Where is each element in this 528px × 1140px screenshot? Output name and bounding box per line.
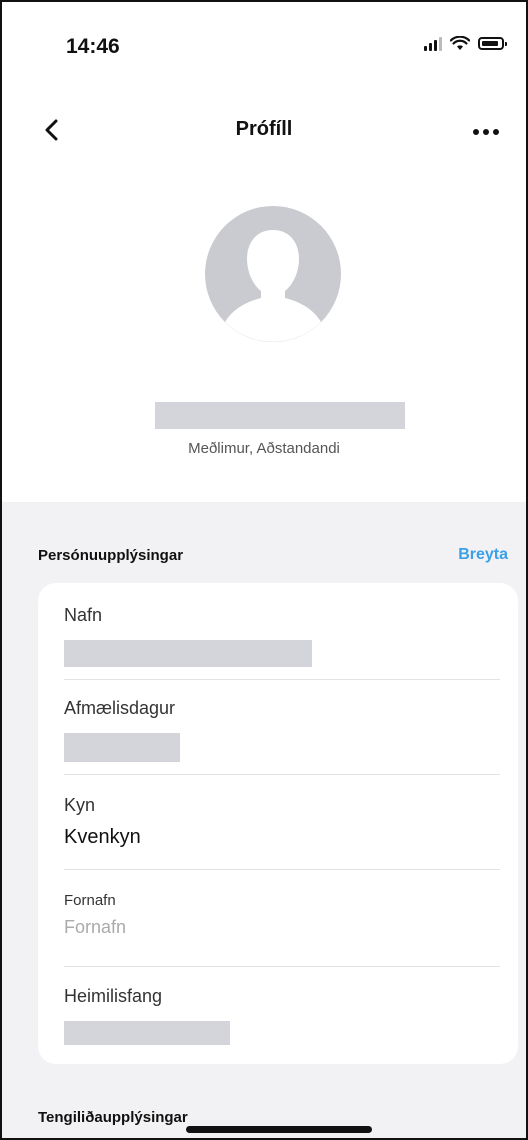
profile-roles: Meðlimur, Aðstandandi: [188, 440, 340, 457]
page-title: Prófíll: [235, 118, 293, 140]
avatar: [205, 206, 341, 342]
name-redacted: [155, 402, 405, 429]
field-birthday-label: Afmælisdagur: [64, 698, 176, 718]
status-icons: [424, 36, 507, 51]
field-address-value-redacted: [64, 1021, 230, 1045]
field-birthday-value-redacted: [64, 733, 180, 762]
field-pronoun[interactable]: Fornafn Fornafn: [64, 892, 500, 967]
signal-icon: [424, 36, 442, 51]
phone-screen: 14:46 Prófíll Meðlimur, Aðstandandi Pers…: [0, 0, 528, 1140]
field-name-value-redacted: [64, 640, 312, 667]
wifi-icon: [450, 36, 470, 50]
field-name[interactable]: Nafn: [64, 605, 500, 680]
field-birthday[interactable]: Afmælisdagur: [64, 698, 500, 775]
field-address-label: Heimilisfang: [64, 986, 163, 1006]
contact-info-title: Tengiliðaupplýsingar: [38, 1109, 188, 1126]
field-pronoun-label: Fornafn: [64, 892, 116, 909]
edit-button[interactable]: Breyta: [458, 546, 508, 564]
home-indicator[interactable]: [186, 1126, 372, 1133]
field-gender-label: Kyn: [64, 795, 96, 815]
personal-info-title: Persónuupplýsingar: [38, 547, 184, 564]
field-name-label: Nafn: [64, 605, 103, 625]
person-silhouette-icon: [225, 230, 321, 342]
personal-info-card: Nafn Afmælisdagur Kyn Kvenkyn Fornafn Fo…: [38, 583, 518, 1064]
field-gender-value: Kvenkyn: [64, 826, 141, 848]
status-time: 14:46: [66, 35, 120, 58]
field-gender[interactable]: Kyn Kvenkyn: [64, 795, 500, 870]
more-icon[interactable]: [466, 120, 506, 144]
field-address[interactable]: Heimilisfang: [64, 986, 500, 1056]
field-pronoun-placeholder: Fornafn: [64, 917, 127, 937]
battery-icon: [478, 37, 507, 50]
